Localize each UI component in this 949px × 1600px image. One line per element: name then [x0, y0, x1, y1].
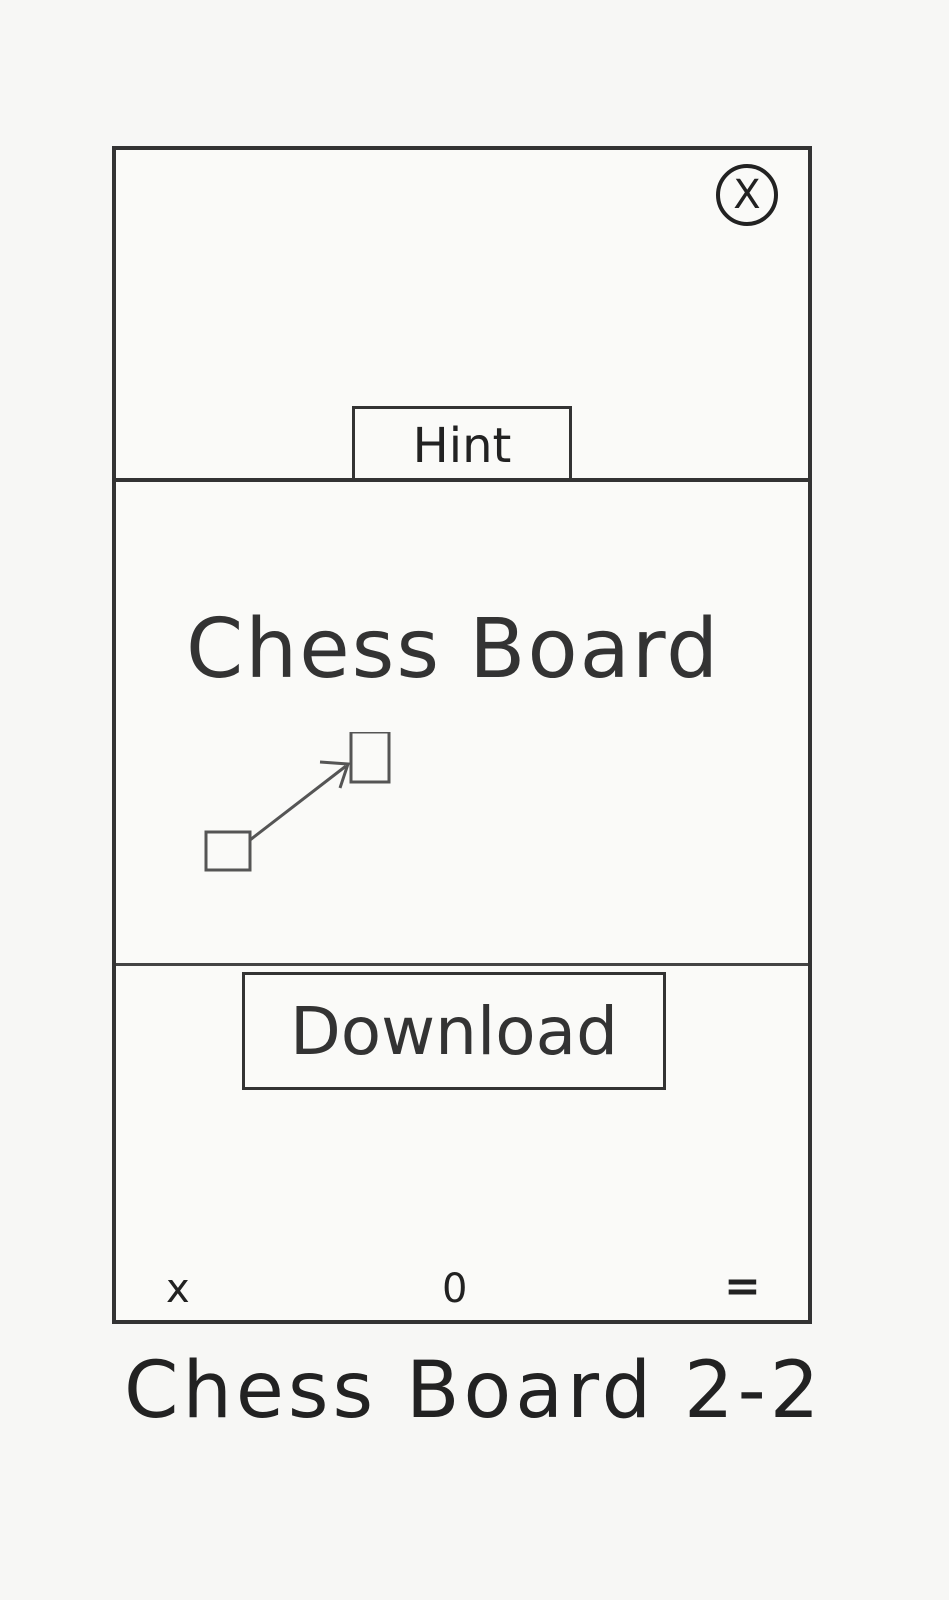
- move-hint-diagram: [204, 732, 391, 872]
- top-section: X Hint: [116, 150, 808, 482]
- target-square: [349, 732, 391, 784]
- hint-button[interactable]: Hint: [352, 406, 572, 482]
- move-arrow-line: [249, 764, 347, 842]
- phone-frame: X Hint Chess Board Download x 0 =: [112, 146, 812, 1324]
- home-icon[interactable]: 0: [442, 1266, 467, 1312]
- menu-icon[interactable]: =: [724, 1261, 761, 1312]
- navigation-bar: x 0 =: [116, 1252, 808, 1312]
- close-icon[interactable]: X: [716, 164, 778, 226]
- screen-caption: Chess Board 2-2: [124, 1346, 824, 1436]
- download-button[interactable]: Download: [242, 972, 666, 1090]
- bottom-section: Download x 0 =: [116, 966, 808, 1320]
- board-title: Chess Board: [186, 602, 721, 697]
- source-square: [204, 830, 252, 872]
- chess-board-area[interactable]: Chess Board: [116, 482, 808, 966]
- back-icon[interactable]: x: [166, 1266, 190, 1312]
